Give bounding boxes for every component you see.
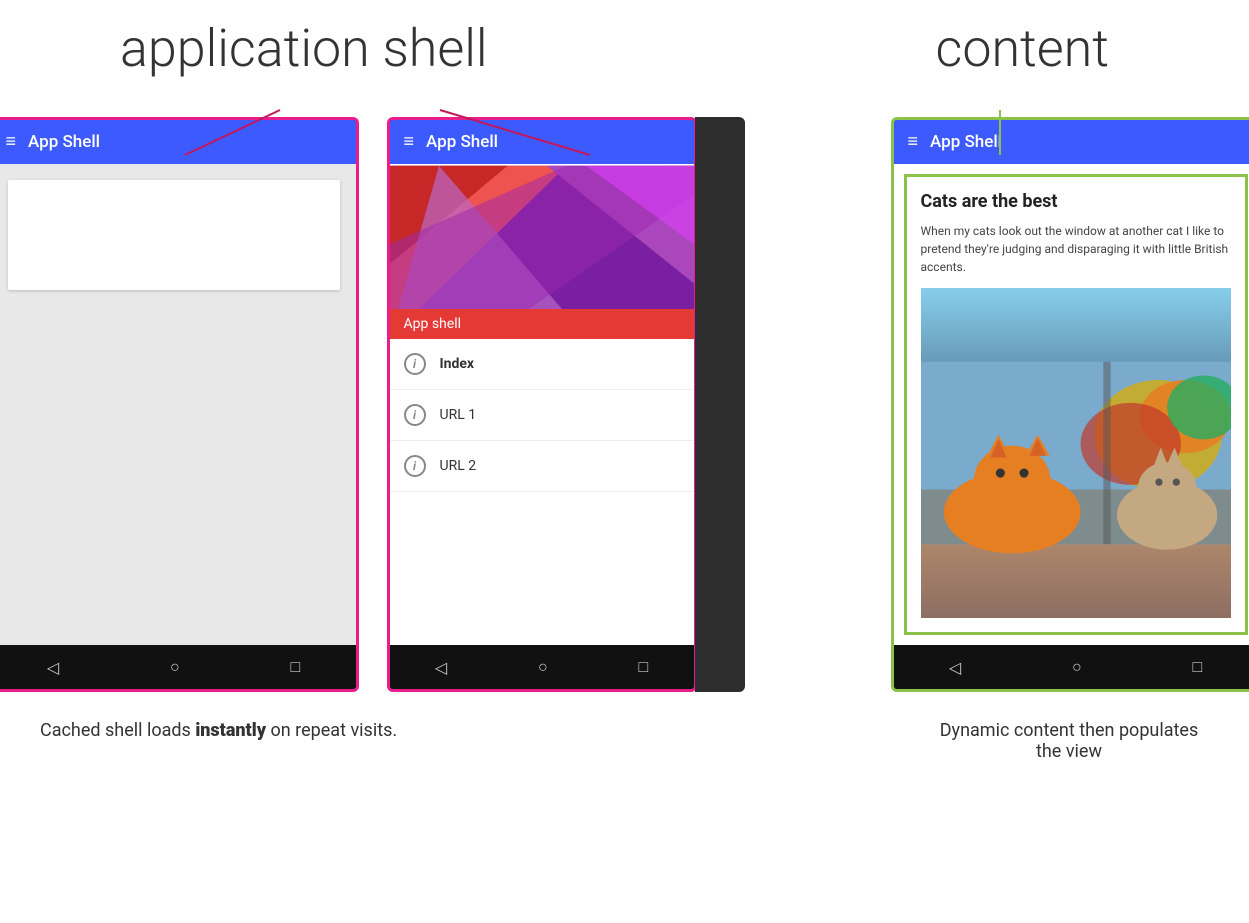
phone3-nav-bar: ≡ App Shell	[894, 120, 1249, 164]
url2-info-icon: i	[404, 455, 426, 477]
url1-info-icon: i	[404, 404, 426, 426]
cat-image	[921, 288, 1231, 618]
phone3-home-btn[interactable]: ○	[1072, 657, 1082, 677]
phone1-bottom-bar: ◁ ○ □	[0, 645, 356, 689]
phone3-recent-btn[interactable]: □	[1192, 657, 1202, 677]
phone2-bottom-bar: ◁ ○ □	[390, 645, 694, 689]
bottom-captions: Cached shell loads instantly on repeat v…	[0, 704, 1249, 762]
phone1-recent-btn[interactable]: □	[290, 657, 300, 677]
content-box: Cats are the best When my cats look out …	[904, 174, 1248, 635]
phone2-title: App Shell	[426, 132, 498, 152]
phone3-bottom-bar: ◁ ○ □	[894, 645, 1249, 689]
phone2-back-btn[interactable]: ◁	[435, 658, 447, 677]
index-info-icon: i	[404, 353, 426, 375]
phone2-group: ≡ App Shell	[387, 117, 697, 692]
header-labels: application shell content	[0, 0, 1249, 79]
phone2-hamburger-icon: ≡	[404, 133, 415, 151]
menu-item-index[interactable]: i Index	[390, 339, 694, 390]
caption-right: Dynamic content then populates the view	[929, 720, 1209, 762]
phone2: ≡ App Shell	[387, 117, 697, 692]
phone2-menu-list: i Index i URL 1 i URL 2	[390, 339, 694, 645]
menu-item-url1[interactable]: i URL 1	[390, 390, 694, 441]
content-text: When my cats look out the window at anot…	[921, 222, 1231, 276]
menu-item-index-label: Index	[440, 356, 475, 372]
caption-instantly: instantly	[195, 720, 266, 741]
menu-item-url1-label: URL 1	[440, 407, 477, 423]
menu-item-url2[interactable]: i URL 2	[390, 441, 694, 492]
caption-left: Cached shell loads instantly on repeat v…	[40, 720, 397, 762]
phone1-content	[0, 164, 356, 645]
application-shell-label: application shell	[120, 18, 488, 79]
phone3-title: App Shell	[930, 132, 1002, 152]
phone2-nav-bar: ≡ App Shell	[390, 120, 694, 164]
phone1-white-box	[8, 180, 340, 290]
phone1-home-btn[interactable]: ○	[170, 657, 180, 677]
menu-item-url2-label: URL 2	[440, 458, 477, 474]
drawer-label: App shell	[390, 309, 694, 339]
phone2-home-btn[interactable]: ○	[538, 657, 548, 677]
phones-section: ≡ App Shell ◁ ○ □ ≡ App Shell	[0, 117, 1249, 692]
phone2-sidebar-peek	[695, 117, 745, 692]
phone3-back-btn[interactable]: ◁	[949, 658, 961, 677]
phone3: ≡ App Shell Cats are the best When my ca…	[891, 117, 1249, 692]
phone1-screen	[0, 164, 356, 645]
hamburger-icon: ≡	[6, 133, 17, 151]
phone3-screen: Cats are the best When my cats look out …	[894, 164, 1249, 645]
phone3-hamburger-icon: ≡	[908, 133, 919, 151]
phone1: ≡ App Shell ◁ ○ □	[0, 117, 359, 692]
phone2-recent-btn[interactable]: □	[638, 657, 648, 677]
phone1-title: App Shell	[28, 132, 100, 152]
phone3-wrapper: ≡ App Shell Cats are the best When my ca…	[891, 117, 1249, 692]
phone1-nav-bar: ≡ App Shell	[0, 120, 356, 164]
phone1-back-btn[interactable]: ◁	[47, 658, 59, 677]
content-title: Cats are the best	[921, 191, 1231, 212]
content-label: content	[936, 18, 1110, 79]
phone2-colorful-header: App shell	[390, 164, 694, 339]
